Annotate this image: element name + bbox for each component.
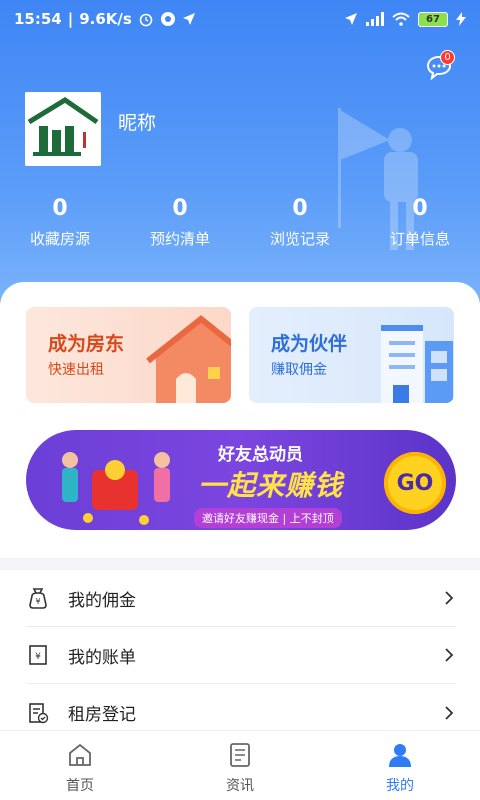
promo-subtitle: 快速出租 — [48, 362, 104, 378]
banner-headline: 一起来赚钱 — [198, 469, 344, 502]
stat-value: 0 — [172, 196, 188, 221]
menu-item-bills[interactable]: ¥ 我的账单 — [26, 627, 456, 684]
go-button[interactable]: GO — [384, 452, 446, 514]
tab-label: 我的 — [386, 778, 414, 794]
tab-news[interactable]: 资讯 — [160, 731, 320, 800]
stat-value: 0 — [292, 196, 308, 221]
status-time: 15:54 — [14, 10, 62, 28]
house-icon — [146, 315, 231, 403]
stat-favorites[interactable]: 0 收藏房源 — [0, 196, 120, 249]
svg-text:¥: ¥ — [35, 597, 40, 606]
tab-home[interactable]: 首页 — [0, 731, 160, 800]
menu-label: 我的佣金 — [68, 590, 136, 611]
stat-label: 浏览记录 — [269, 230, 330, 248]
menu-item-commission[interactable]: ¥ 我的佣金 — [26, 570, 456, 627]
user-icon — [389, 744, 411, 767]
stat-value: 0 — [52, 196, 68, 221]
tab-mine[interactable]: 我的 — [320, 731, 480, 800]
status-speed: 9.6K/s — [79, 10, 132, 28]
stat-appointments[interactable]: 0 预约清单 — [120, 196, 240, 249]
promo-subtitle: 赚取佣金 — [271, 362, 327, 378]
svg-text:¥: ¥ — [35, 652, 41, 662]
chevron-right-icon — [445, 648, 454, 662]
nickname[interactable]: 昵称 — [118, 108, 156, 135]
chevron-right-icon — [445, 705, 454, 720]
celebration-illustration — [62, 452, 170, 525]
banner-title: 好友总动员 — [218, 445, 303, 465]
avatar[interactable] — [25, 92, 101, 166]
building-icon — [381, 325, 453, 403]
home-icon — [69, 743, 91, 766]
location-icon — [345, 13, 357, 25]
location-icon — [182, 13, 195, 25]
stat-label: 预约清单 — [149, 230, 210, 248]
news-icon — [230, 743, 250, 767]
banner-subtitle: 邀请好友赚现金 | 上不封顶 — [194, 508, 342, 528]
message-button[interactable]: 0 — [426, 50, 455, 81]
bill-icon: ¥ — [29, 645, 47, 665]
menu-list: ¥ 我的佣金 ¥ 我的账单 租房登记 — [0, 570, 480, 730]
stat-history[interactable]: 0 浏览记录 — [240, 196, 360, 249]
stat-label: 收藏房源 — [29, 230, 90, 248]
message-badge: 0 — [440, 50, 455, 65]
promo-title: 成为伙伴 — [271, 333, 348, 355]
stat-value: 0 — [412, 196, 428, 221]
promo-title: 成为房东 — [48, 333, 125, 355]
become-partner-card[interactable]: 成为伙伴 赚取佣金 — [249, 307, 454, 403]
battery-indicator: 67 — [418, 11, 448, 27]
tab-label: 首页 — [66, 778, 94, 794]
alarm-icon — [139, 13, 153, 27]
menu-label: 租房登记 — [68, 705, 136, 725]
tab-label: 资讯 — [226, 778, 254, 794]
bottom-tab-bar: 首页 资讯 我的 — [0, 730, 480, 800]
money-bag-icon: ¥ — [29, 588, 47, 609]
status-bar: 15:54 | 9.6K/s 67 — [0, 0, 480, 38]
logo-image — [25, 92, 101, 166]
charging-icon — [456, 12, 466, 26]
stat-label: 订单信息 — [389, 230, 450, 248]
signal-icon — [366, 12, 384, 26]
chevron-right-icon — [445, 591, 454, 605]
stats-row: 0 收藏房源 0 预约清单 0 浏览记录 0 订单信息 — [0, 196, 480, 249]
become-landlord-card[interactable]: 成为房东 快速出租 — [26, 307, 231, 403]
menu-label: 我的账单 — [68, 647, 136, 668]
register-icon — [29, 702, 49, 723]
wifi-icon — [392, 12, 410, 26]
invite-banner[interactable]: 好友总动员 一起来赚钱 邀请好友赚现金 | 上不封顶 GO — [26, 430, 456, 530]
stat-orders[interactable]: 0 订单信息 — [360, 196, 480, 249]
app-notification-icon — [160, 12, 175, 26]
